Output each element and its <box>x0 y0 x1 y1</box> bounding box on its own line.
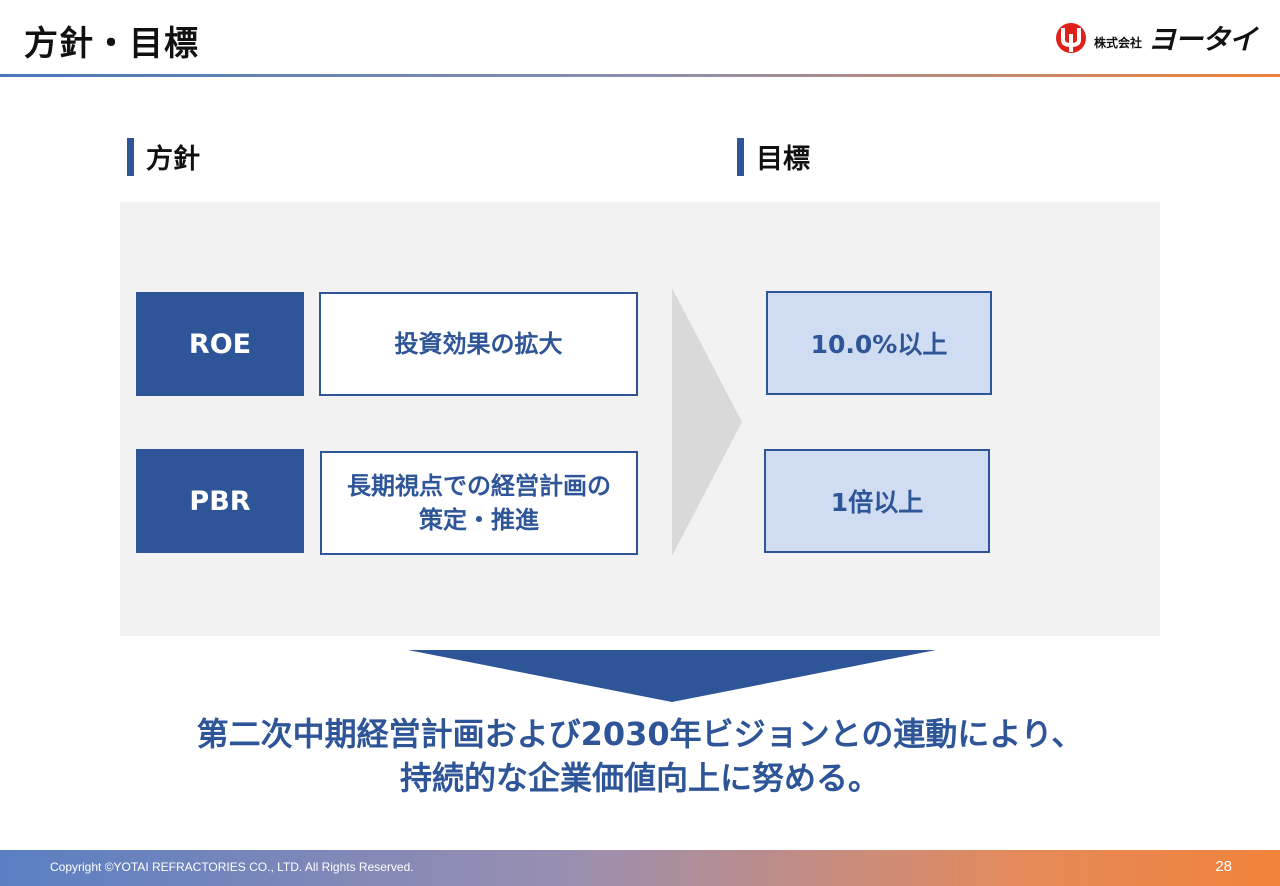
content-panel <box>120 202 1160 636</box>
roe-target-text: 10.0%以上 <box>810 330 948 359</box>
conclusion-text: 第二次中期経営計画および2030年ビジョンとの連動により、 持続的な企業価値向上… <box>0 712 1280 800</box>
roe-label: ROE <box>188 328 252 360</box>
logo-company-type: 株式会社 <box>1093 35 1142 50</box>
pbr-policy-box: 長期視点での経営計画の 策定・推進 <box>320 451 638 555</box>
conclusion-line-2: 持続的な企業価値向上に努める。 <box>399 759 880 797</box>
target-heading-text: 目標 <box>756 144 810 175</box>
footer-bar: Copyright ©YOTAI REFRACTORIES CO., LTD. … <box>0 850 1280 886</box>
copyright-text: Copyright ©YOTAI REFRACTORIES CO., LTD. … <box>50 860 414 874</box>
page-number: 28 <box>1215 858 1232 875</box>
down-arrow-icon <box>408 650 936 702</box>
target-heading: 目標 <box>737 137 810 176</box>
conclusion-line-1: 第二次中期経営計画および2030年ビジョンとの連動により、 <box>196 715 1084 753</box>
logo-company-name: ヨータイ <box>1147 23 1257 56</box>
pbr-label-box: PBR <box>136 449 304 553</box>
pbr-policy-line-1: 長期視点での経営計画の <box>347 472 611 500</box>
pbr-policy-line-2: 策定・推進 <box>419 506 539 534</box>
policy-heading: 方針 <box>127 137 200 176</box>
policy-heading-text: 方針 <box>146 144 200 175</box>
roe-target-box: 10.0%以上 <box>766 291 992 395</box>
pbr-target-text: 1倍以上 <box>830 488 924 517</box>
right-arrow-icon <box>672 288 742 556</box>
roe-label-box: ROE <box>136 292 304 396</box>
pbr-label: PBR <box>189 485 251 517</box>
header-divider <box>0 74 1280 77</box>
heading-accent-bar <box>127 137 134 176</box>
page-title: 方針・目標 <box>24 24 199 64</box>
roe-policy-text: 投資効果の拡大 <box>394 330 563 358</box>
yotai-logo-icon <box>1055 23 1086 53</box>
roe-policy-box: 投資効果の拡大 <box>319 292 638 396</box>
company-logo: 株式会社 ヨータイ <box>1054 20 1257 56</box>
pbr-target-box: 1倍以上 <box>764 449 990 553</box>
heading-accent-bar <box>737 137 744 176</box>
